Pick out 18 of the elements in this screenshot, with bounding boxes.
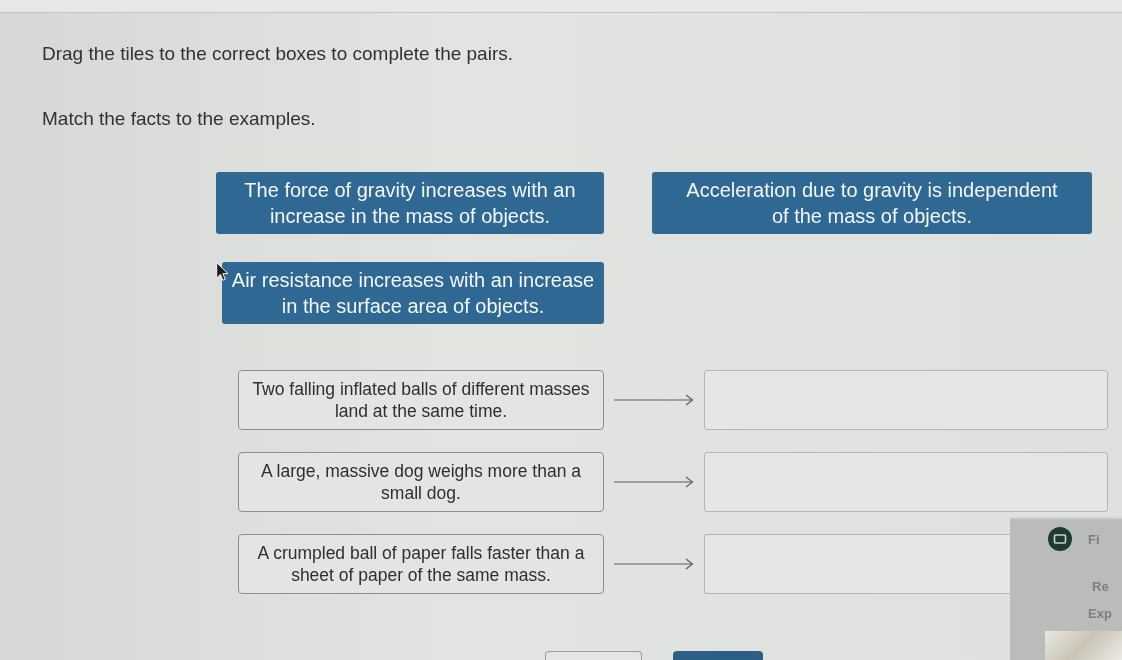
answer-tile[interactable]: The force of gravity increases with an increase in the mass of objects. xyxy=(216,172,604,234)
screen-icon[interactable] xyxy=(1048,527,1072,551)
arrow-icon xyxy=(614,558,694,570)
example-card: Two falling inflated balls of different masses land at the same time. xyxy=(238,370,604,430)
arrow-icon xyxy=(614,394,694,406)
drop-box[interactable] xyxy=(704,534,1010,594)
instruction-text: Match the facts to the examples. xyxy=(42,107,316,130)
instruction-text: Drag the tiles to the correct boxes to complete the pairs. xyxy=(42,42,513,65)
answer-tile[interactable]: Air resistance increases with an increase in the surface area of objects. xyxy=(222,262,604,324)
cursor-icon xyxy=(216,262,229,281)
drop-box[interactable] xyxy=(704,452,1108,512)
answer-tile[interactable]: Acceleration due to gravity is independent of the mass of objects. xyxy=(652,172,1092,234)
example-card: A crumpled ball of paper falls faster than a sheet of paper of the same mass. xyxy=(238,534,604,594)
example-card: A large, massive dog weighs more than a small dog. xyxy=(238,452,604,512)
arrow-icon xyxy=(614,476,694,488)
outline-button[interactable] xyxy=(545,651,642,660)
drop-box[interactable] xyxy=(704,370,1108,430)
primary-button[interactable] xyxy=(673,651,763,660)
